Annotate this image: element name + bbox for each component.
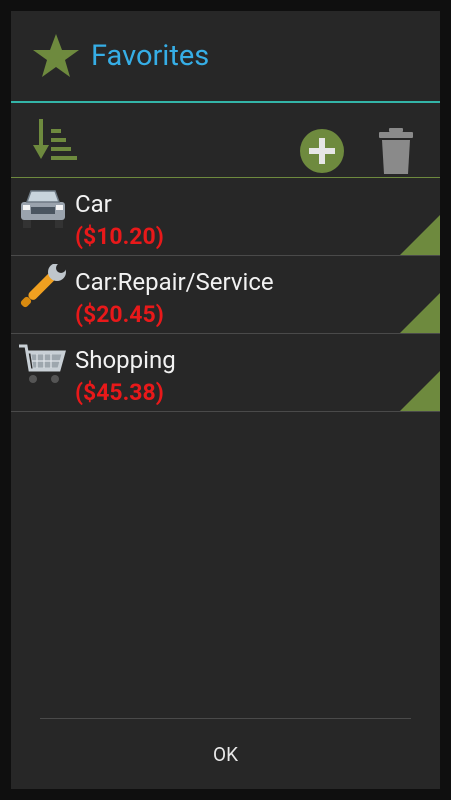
star-icon xyxy=(33,34,79,77)
add-icon[interactable] xyxy=(299,128,345,174)
favorites-list: Car ($10.20) Car:Repair/Service ($20.45) xyxy=(11,178,440,412)
row-corner-indicator xyxy=(400,293,440,333)
row-corner-indicator xyxy=(400,215,440,255)
trash-icon[interactable] xyxy=(377,128,415,174)
wrench-icon xyxy=(20,264,66,308)
dialog-title: Favorites xyxy=(91,39,210,73)
favorite-name: Car:Repair/Service xyxy=(75,268,274,296)
title-bar: Favorites xyxy=(11,11,440,103)
favorite-name: Shopping xyxy=(75,346,176,374)
row-corner-indicator xyxy=(400,371,440,411)
favorites-dialog: Favorites Car ($10.20) Car:Repair/Servic… xyxy=(11,11,440,789)
list-item[interactable]: Car:Repair/Service ($20.45) xyxy=(11,256,440,334)
toolbar xyxy=(11,103,440,178)
shopping-cart-icon xyxy=(19,344,66,383)
ok-button[interactable]: OK xyxy=(11,719,440,789)
list-item[interactable]: Shopping ($45.38) xyxy=(11,334,440,412)
favorite-amount: ($20.45) xyxy=(75,301,164,328)
favorite-name: Car xyxy=(75,190,112,218)
favorite-amount: ($10.20) xyxy=(75,223,164,250)
list-item[interactable]: Car ($10.20) xyxy=(11,178,440,256)
favorite-amount: ($45.38) xyxy=(75,379,164,406)
sort-icon[interactable] xyxy=(31,115,79,163)
car-icon xyxy=(21,190,65,228)
